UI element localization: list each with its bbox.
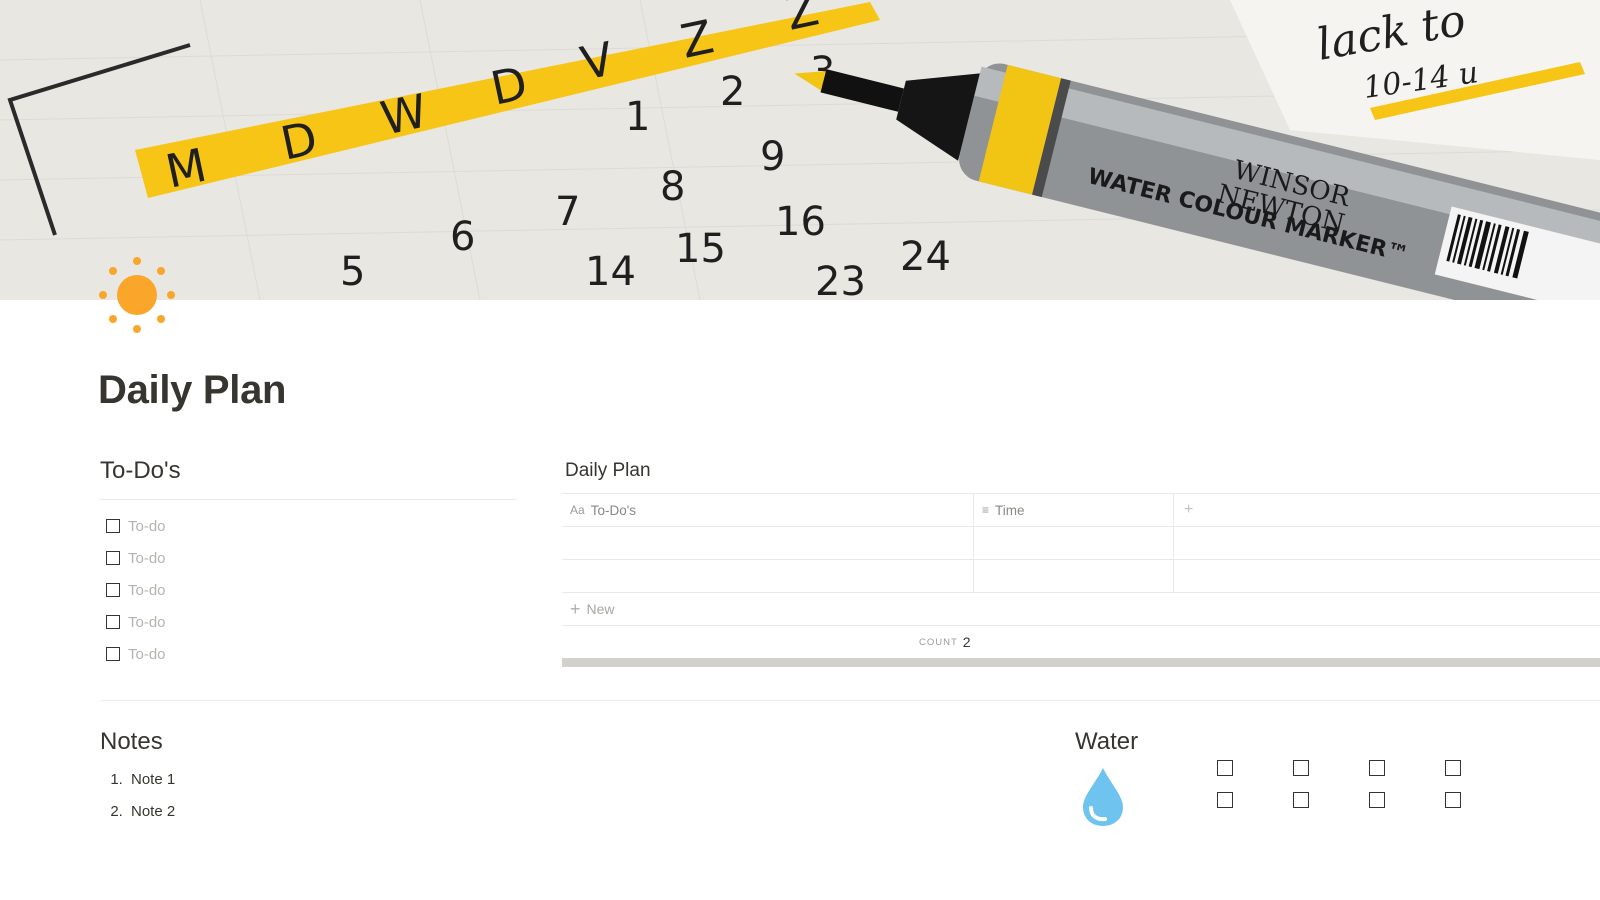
list-item[interactable]: Note 1 (127, 764, 175, 796)
water-checkbox[interactable] (1293, 792, 1309, 808)
svg-text:14: 14 (585, 249, 636, 295)
time-cell[interactable] (974, 560, 1174, 592)
todo-heading[interactable]: To-Do's (100, 455, 516, 487)
svg-text:1: 1 (625, 94, 650, 140)
svg-text:7: 7 (555, 189, 580, 235)
notes-section: Notes Note 1 Note 2 (100, 726, 175, 828)
table-row (562, 527, 1600, 560)
svg-text:2: 2 (720, 69, 745, 115)
todo-item: To-do (100, 606, 516, 638)
water-checkbox[interactable] (1293, 760, 1309, 776)
column-header-todos[interactable]: Aa To-Do's (562, 494, 974, 526)
text-property-icon: ≡ (982, 503, 990, 517)
svg-text:24: 24 (900, 234, 951, 280)
page-divider (100, 700, 1600, 701)
water-checkbox[interactable] (1217, 792, 1233, 808)
title-property-icon: Aa (570, 503, 585, 517)
todo-item: To-do (100, 574, 516, 606)
todo-text[interactable]: To-do (128, 582, 166, 599)
sun-icon[interactable] (98, 256, 176, 334)
column-header-label: To-Do's (590, 502, 637, 518)
plus-icon: + (570, 598, 581, 619)
todo-item: To-do (100, 542, 516, 574)
water-checkbox[interactable] (1445, 792, 1461, 808)
svg-text:5: 5 (340, 249, 365, 295)
table-header-row: Aa To-Do's ≡ Time + (562, 494, 1600, 527)
page-title[interactable]: Daily Plan (98, 368, 287, 413)
todo-text[interactable]: To-do (128, 646, 166, 663)
add-property-button[interactable]: + (1174, 494, 1600, 526)
empty-cell (1174, 527, 1600, 559)
new-row-button[interactable]: + New (562, 593, 1600, 626)
svg-text:23: 23 (815, 259, 866, 300)
todo-text[interactable]: To-do (128, 550, 166, 567)
water-section: Water (1075, 726, 1138, 758)
svg-text:9: 9 (760, 134, 785, 180)
database-title[interactable]: Daily Plan (565, 458, 1600, 484)
water-checkbox[interactable] (1369, 792, 1385, 808)
water-heading[interactable]: Water (1075, 726, 1138, 758)
todo-checkbox[interactable] (106, 615, 120, 629)
column-header-label: Time (995, 502, 1025, 518)
page-cover: M D W D V Z Z 1 2 3 6 7 8 9 5 14 15 16 2… (0, 0, 1600, 300)
water-checkbox-grid (1217, 760, 1461, 808)
list-item[interactable]: Note 2 (127, 796, 175, 828)
water-drop-icon (1081, 766, 1125, 833)
svg-text:15: 15 (675, 226, 726, 272)
count-label: COUNT (919, 636, 958, 648)
water-checkbox[interactable] (1445, 760, 1461, 776)
table-row (562, 560, 1600, 593)
cover-illustration: M D W D V Z Z 1 2 3 6 7 8 9 5 14 15 16 2… (0, 0, 1600, 300)
plus-icon: + (1184, 501, 1194, 518)
todo-checkbox[interactable] (106, 519, 120, 533)
calculation-row[interactable]: COUNT 2 (562, 626, 1600, 658)
column-header-time[interactable]: ≡ Time (974, 494, 1174, 526)
todo-item: To-do (100, 510, 516, 542)
time-cell[interactable] (974, 527, 1174, 559)
count-value: 2 (962, 634, 971, 650)
notes-heading[interactable]: Notes (100, 726, 175, 758)
database-table: Aa To-Do's ≡ Time + + New COUNT 2 (562, 493, 1600, 667)
svg-text:16: 16 (775, 199, 826, 245)
todo-checkbox[interactable] (106, 647, 120, 661)
daily-plan-database: Daily Plan Aa To-Do's ≡ Time + + New COU… (562, 458, 1600, 667)
notes-list: Note 1 Note 2 (100, 764, 175, 828)
todo-checkbox[interactable] (106, 583, 120, 597)
todo-cell[interactable] (562, 527, 974, 559)
horizontal-scrollbar[interactable] (562, 658, 1600, 667)
svg-text:8: 8 (660, 164, 685, 210)
todo-text[interactable]: To-do (128, 518, 166, 535)
todo-divider (100, 499, 516, 500)
todo-text[interactable]: To-do (128, 614, 166, 631)
water-checkbox[interactable] (1217, 760, 1233, 776)
empty-cell (1174, 560, 1600, 592)
todo-section: To-Do's To-do To-do To-do To-do To-do (100, 455, 516, 670)
todo-checkbox[interactable] (106, 551, 120, 565)
svg-text:6: 6 (450, 214, 475, 260)
todo-item: To-do (100, 638, 516, 670)
todo-cell[interactable] (562, 560, 974, 592)
new-row-label: New (586, 601, 615, 617)
water-checkbox[interactable] (1369, 760, 1385, 776)
